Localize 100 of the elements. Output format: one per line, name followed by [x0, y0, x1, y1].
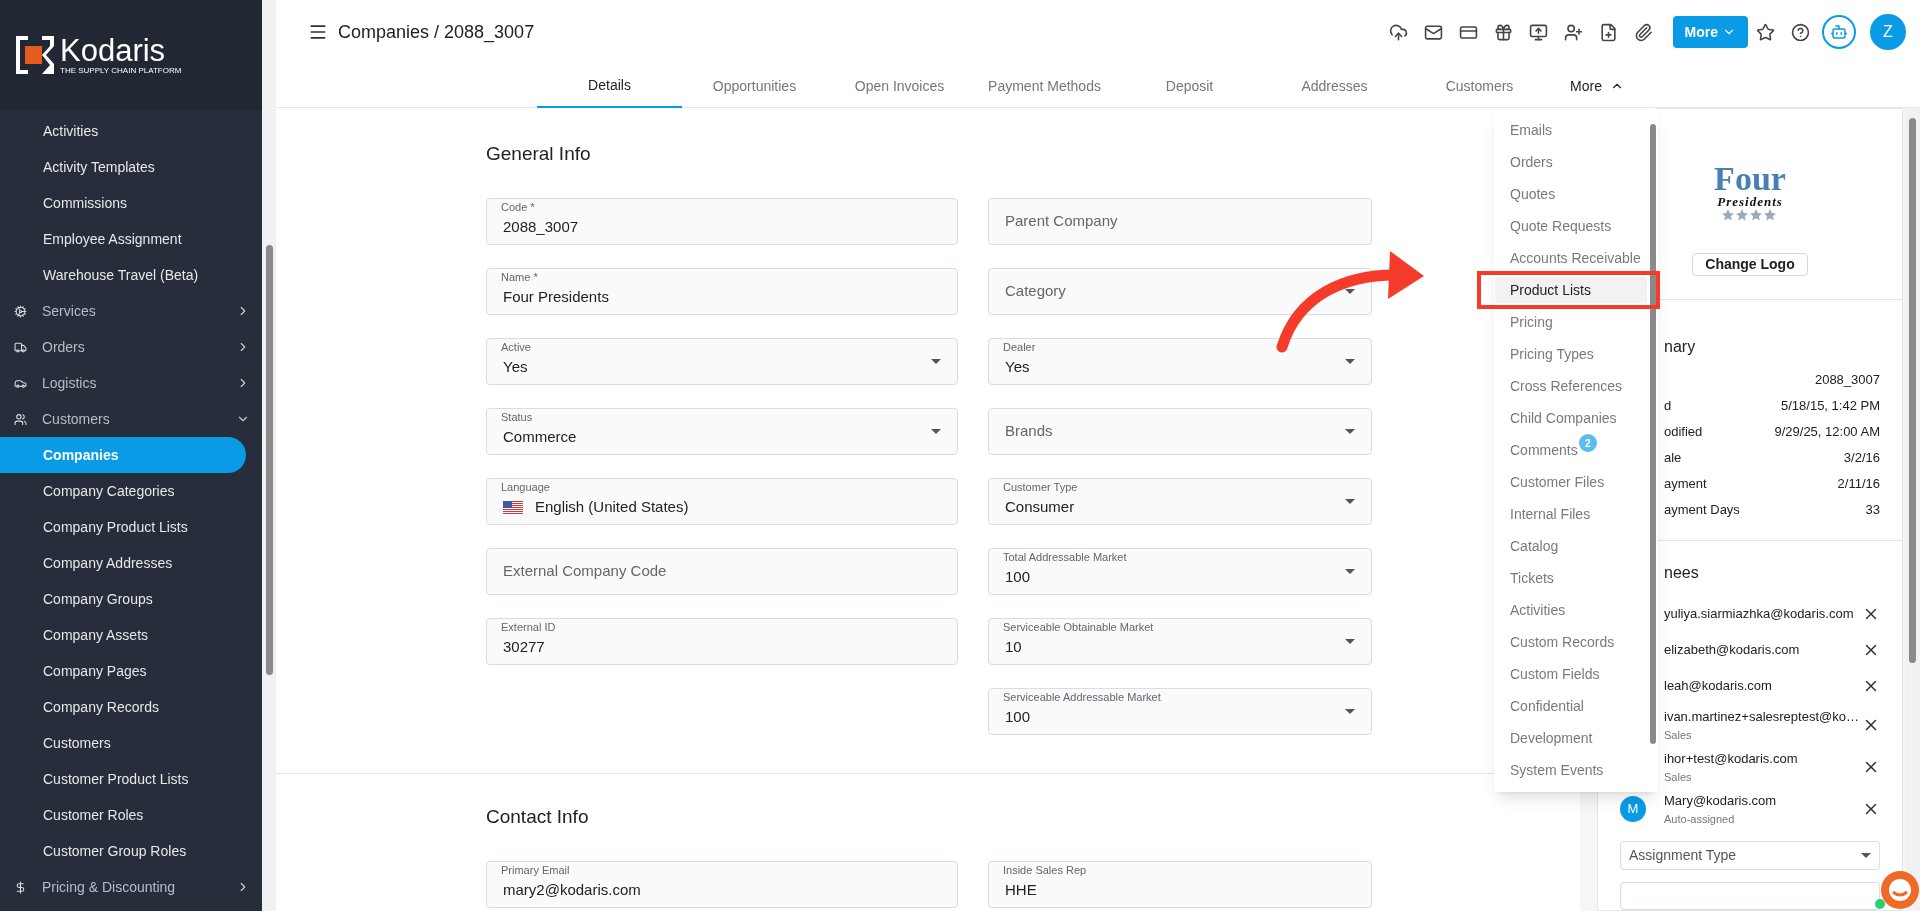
- menu-item[interactable]: Accounts Receivable: [1495, 245, 1647, 271]
- tab[interactable]: Details: [537, 64, 682, 108]
- summary-value: 9/29/25, 12:00 AM: [1774, 423, 1880, 442]
- sidebar-item[interactable]: Company Pages: [0, 653, 246, 689]
- sidebar-item[interactable]: Company Records: [0, 689, 246, 725]
- summary-label: odified: [1664, 423, 1703, 442]
- sidebar-item[interactable]: Company Groups: [0, 581, 246, 617]
- dropdown-caret-icon: [931, 429, 941, 434]
- sidebar-item[interactable]: Warehouse Travel (Beta): [0, 257, 246, 293]
- tab[interactable]: Payment Methods: [972, 64, 1117, 108]
- menu-item[interactable]: Confidential: [1495, 693, 1647, 719]
- sidebar-item[interactable]: Company Addresses: [0, 545, 246, 581]
- menu-item[interactable]: Catalog: [1495, 533, 1647, 559]
- select-field[interactable]: Customer Type Consumer: [988, 478, 1372, 525]
- menu-item[interactable]: Internal Files: [1495, 501, 1647, 527]
- sidebar-group[interactable]: Orders: [0, 329, 262, 365]
- count-badge: 2: [1578, 434, 1597, 452]
- menu-item[interactable]: Child Companies: [1495, 405, 1647, 431]
- sidebar-item[interactable]: Activities: [0, 113, 246, 149]
- input-field[interactable]: Inside Sales Rep HHE: [988, 861, 1372, 908]
- sidebar-item[interactable]: Company Categories: [0, 473, 246, 509]
- field-label: Serviceable Obtainable Market: [1003, 622, 1154, 633]
- menu-item[interactable]: Quote Requests: [1495, 213, 1647, 239]
- sidebar-group[interactable]: Logistics: [0, 365, 262, 401]
- sidebar-item[interactable]: Company Product Lists: [0, 509, 246, 545]
- menu-item[interactable]: Orders: [1495, 149, 1647, 175]
- select-field[interactable]: Brands: [988, 408, 1372, 455]
- menu-item[interactable]: Custom Records: [1495, 629, 1647, 655]
- input-field[interactable]: Parent Company: [988, 198, 1372, 245]
- sidebar-group[interactable]: Services: [0, 293, 262, 329]
- tab[interactable]: Customers: [1407, 64, 1552, 108]
- menu-item[interactable]: Pricing Types: [1495, 341, 1647, 367]
- select-field[interactable]: Dealer Yes: [988, 338, 1372, 385]
- input-field[interactable]: Name * Four Presidents: [486, 268, 958, 315]
- sidebar-group[interactable]: Customers: [0, 401, 262, 437]
- tab[interactable]: More: [1552, 64, 1642, 108]
- dropdown-caret-icon: [1345, 639, 1355, 644]
- menu-item[interactable]: System Events: [1495, 757, 1647, 783]
- tab[interactable]: Opportunities: [682, 64, 827, 108]
- field-value: Commerce: [503, 427, 577, 448]
- sidebar-item[interactable]: Activity Templates: [0, 149, 246, 185]
- menu-item[interactable]: Custom Fields: [1495, 661, 1647, 687]
- dropdown-caret-icon: [1345, 289, 1355, 294]
- input-field[interactable]: Primary Email mary2@kodaris.com: [486, 861, 958, 908]
- field-label: Name *: [501, 272, 538, 283]
- sidebar-item[interactable]: Employee Assignment: [0, 221, 246, 257]
- input-field[interactable]: External Company Code: [486, 548, 958, 595]
- input-field[interactable]: External ID 30277: [486, 618, 958, 665]
- section-title: Contact Info: [486, 805, 589, 829]
- assignee-email: elizabeth@kodaris.com: [1664, 641, 1800, 660]
- menu-item[interactable]: Tickets: [1495, 565, 1647, 591]
- sidebar-item[interactable]: Customer Group Roles: [0, 833, 246, 869]
- field-label: Dealer: [1003, 342, 1036, 353]
- sidebar-item[interactable]: Customers: [0, 725, 246, 761]
- panel-scrollbar[interactable]: [1905, 108, 1920, 911]
- input-field[interactable]: Code * 2088_3007: [486, 198, 958, 245]
- field-placeholder: Category: [1005, 281, 1066, 302]
- menu-item[interactable]: Quotes: [1495, 181, 1647, 207]
- select-field[interactable]: Total Addressable Market 100: [988, 548, 1372, 595]
- change-logo-button[interactable]: Change Logo: [1692, 253, 1808, 276]
- us-flag-icon: [503, 501, 523, 514]
- page-title: Companies / 2088_3007: [338, 20, 536, 45]
- select-field[interactable]: Language English (United States): [486, 478, 958, 525]
- tab[interactable]: Addresses: [1262, 64, 1407, 108]
- sidebar-group[interactable]: Pricing & Discounting: [0, 869, 262, 905]
- summary-label: ale: [1664, 449, 1682, 468]
- sidebar-item[interactable]: Customer Product Lists: [0, 761, 246, 797]
- select-field[interactable]: Serviceable Obtainable Market 10: [988, 618, 1372, 665]
- summary-label: ayment: [1664, 475, 1707, 494]
- menu-item[interactable]: Development: [1495, 725, 1647, 751]
- summary-value: 3/2/16: [1843, 449, 1880, 468]
- menu-item[interactable]: Cross References: [1495, 373, 1647, 399]
- field-value: Consumer: [1005, 497, 1075, 518]
- section-title: nees: [1664, 563, 1699, 583]
- select-field[interactable]: Status Commerce: [486, 408, 958, 455]
- dropdown-caret-icon: [1345, 569, 1355, 574]
- menu-item[interactable]: Pricing: [1495, 309, 1647, 335]
- dropdown-caret-icon: [1345, 709, 1355, 714]
- select-field[interactable]: Assignment Type: [1620, 841, 1880, 870]
- menu-item[interactable]: Emails: [1495, 117, 1647, 143]
- field-label: Primary Email: [501, 865, 570, 876]
- menu-item[interactable]: Activities: [1495, 597, 1647, 623]
- field-label: External ID: [501, 622, 556, 633]
- summary-value: 2088_3007: [1814, 371, 1880, 390]
- tab[interactable]: Open Invoices: [827, 64, 972, 108]
- sidebar-item[interactable]: Customer Roles: [0, 797, 246, 833]
- menu-item[interactable]: Product Lists: [1495, 277, 1647, 303]
- sidebar-scrollbar[interactable]: [262, 0, 276, 911]
- sidebar-item[interactable]: Commissions: [0, 185, 246, 221]
- sidebar-item[interactable]: Company Assets: [0, 617, 246, 653]
- select-field[interactable]: Active Yes: [486, 338, 958, 385]
- assignee-email: ivan.martinez+salesreptest@ko…: [1664, 708, 1859, 726]
- assignee-role: Sales: [1664, 769, 1692, 785]
- menu-item[interactable]: Comments 2: [1495, 437, 1647, 463]
- select-field[interactable]: Serviceable Addressable Market 100: [988, 688, 1372, 735]
- tab[interactable]: Deposit: [1117, 64, 1262, 108]
- select-field[interactable]: Category: [988, 268, 1372, 315]
- input-field[interactable]: [1620, 881, 1880, 910]
- menu-item[interactable]: Customer Files: [1495, 469, 1647, 495]
- assignee-email: Mary@kodaris.com: [1664, 792, 1777, 810]
